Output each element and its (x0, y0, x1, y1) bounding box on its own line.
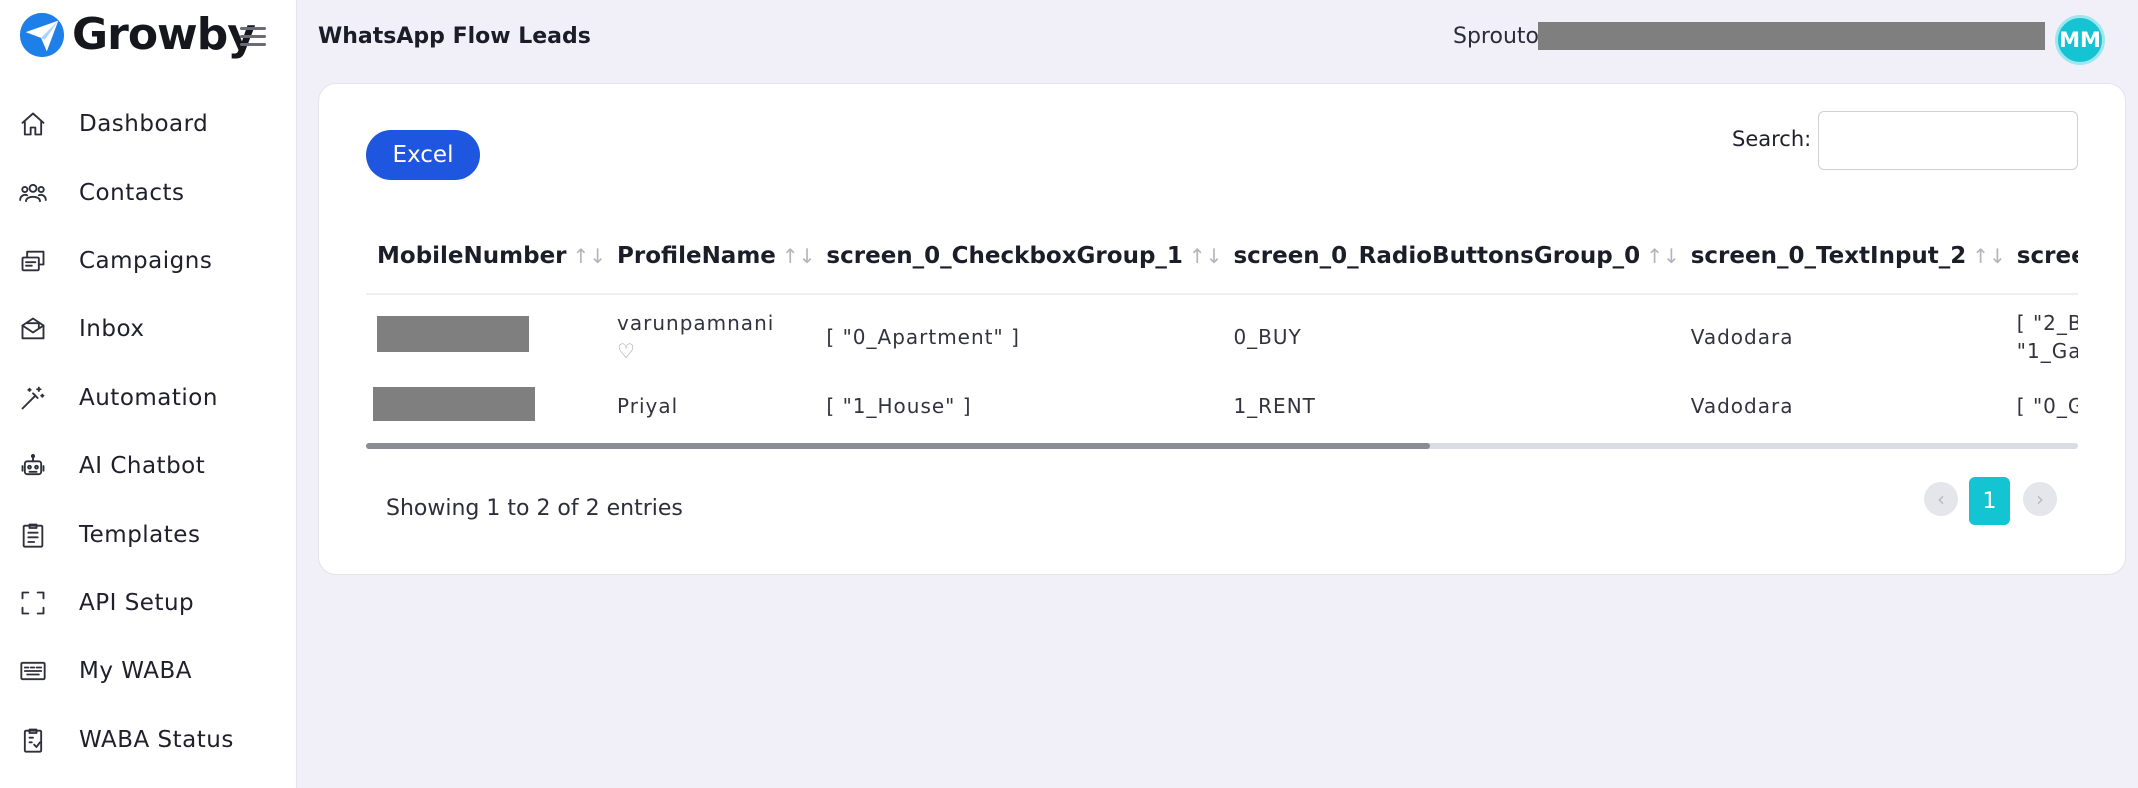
redacted-account-info (1538, 22, 2045, 50)
heart-icon: ♡ (617, 338, 636, 363)
leads-table-container: MobileNumber ↑↓ ProfileName ↑↓ screen_0_Ch… (366, 218, 2078, 450)
sort-icon: ↑↓ (781, 243, 816, 268)
sort-icon: ↑↓ (1188, 243, 1223, 268)
column-header-radiobuttonsgroup[interactable]: screen_0_RadioButtonsGroup_0 ↑↓ (1222, 218, 1680, 295)
sidebar-item-waba-status[interactable]: WABA Status (0, 706, 297, 774)
sidebar-item-ai-chatbot[interactable]: AI Chatbot (0, 432, 297, 500)
sidebar-item-label: Templates (79, 521, 201, 548)
column-header-profilename[interactable]: ProfileName ↑↓ (606, 218, 816, 295)
excel-export-button[interactable]: Excel (366, 130, 480, 180)
cell-mobile (366, 294, 606, 378)
clipboard-list-icon (18, 520, 48, 550)
keyboard-card-icon (18, 656, 48, 686)
avatar[interactable]: MM (2055, 15, 2105, 65)
table-row: Priyal [ "1_House" ] 1_RENT Vadodara [ "… (366, 378, 2078, 434)
sidebar-item-my-waba[interactable]: My WABA (0, 637, 297, 705)
sidebar-item-inbox[interactable]: Inbox (0, 295, 297, 363)
cell-checkbox: [ "0_Apartment" ] (826, 324, 1020, 349)
redacted-mobile (373, 386, 535, 421)
page-title: WhatsApp Flow Leads (318, 24, 591, 49)
inbox-icon (18, 314, 48, 344)
column-header-screen1-checkbox[interactable]: screen_1_Chec (2005, 218, 2078, 295)
sidebar-item-automation[interactable]: Automation (0, 364, 297, 432)
org-name: Sprouto (1453, 24, 1539, 49)
leads-table: MobileNumber ↑↓ ProfileName ↑↓ screen_0_Ch… (366, 218, 2078, 434)
pagination-next-button[interactable]: › (2023, 482, 2057, 516)
sidebar-item-dashboard[interactable]: Dashboard (0, 90, 297, 158)
cell-radio: 1_RENT (1233, 394, 1316, 418)
column-header-textinput[interactable]: screen_0_TextInput_2 ↑↓ (1679, 218, 2006, 295)
sort-icon: ↑↓ (1972, 243, 2006, 268)
column-header-mobilenumber[interactable]: MobileNumber ↑↓ (366, 218, 607, 295)
sidebar-item-api-setup[interactable]: API Setup (0, 569, 297, 637)
magic-wand-icon (18, 383, 48, 413)
cell-checkbox: [ "1_House" ] (826, 394, 972, 418)
sidebar-item-label: Dashboard (79, 111, 209, 138)
sidebar-item-label: AI Chatbot (79, 453, 206, 480)
table-header-row: MobileNumber ↑↓ ProfileName ↑↓ screen_0_Ch… (366, 218, 2078, 295)
cell-text: Vadodara (1690, 394, 1794, 418)
sidebar-item-label: Inbox (79, 316, 145, 343)
sidebar-nav: Dashboard Contacts Campaigns Inbox Autom… (0, 90, 297, 774)
logo-icon (19, 12, 65, 58)
users-icon (18, 178, 48, 208)
sort-icon: ↑↓ (572, 243, 607, 268)
search-label: Search: (1732, 127, 1812, 151)
scan-frame-icon (18, 588, 48, 618)
logo[interactable]: Growby (18, 9, 256, 60)
sort-icon: ↑↓ (1646, 243, 1680, 268)
pagination-prev-button[interactable]: ‹ (1924, 482, 1958, 516)
cell-profile: varunpamnani ♡ (606, 294, 815, 378)
sidebar-item-contacts[interactable]: Contacts (0, 158, 297, 226)
sidebar-item-label: Campaigns (79, 247, 213, 274)
cell-mobile (366, 378, 606, 434)
sidebar-item-label: API Setup (79, 589, 195, 616)
sidebar-item-label: Contacts (79, 179, 185, 206)
robot-icon (18, 451, 48, 481)
sidebar-item-label: Automation (79, 384, 218, 411)
table-row: varunpamnani ♡ [ "0_Apartment" ] 0_BUY Va… (366, 294, 2078, 378)
horizontal-scrollbar-thumb[interactable] (366, 443, 1430, 449)
campaign-icon (18, 246, 48, 276)
table-info: Showing 1 to 2 of 2 entries (386, 496, 683, 521)
cell-screen1: [ "2_Balcony", "3 "1_Garden/Yard" (2016, 310, 2078, 363)
redacted-mobile (377, 316, 529, 352)
search-input[interactable] (1818, 111, 2078, 170)
home-icon (18, 109, 48, 139)
sidebar-item-templates[interactable]: Templates (0, 500, 297, 568)
pagination-page-1[interactable]: 1 (1969, 477, 2010, 525)
cell-text: Vadodara (1690, 324, 1794, 349)
sidebar-item-label: My WABA (79, 658, 192, 685)
cell-profile: Priyal (617, 394, 679, 418)
sidebar-item-label: WABA Status (79, 726, 234, 753)
cell-screen1: [ "0_Garage" ] (2016, 394, 2078, 418)
cell-radio: 0_BUY (1233, 324, 1302, 349)
sidebar-item-campaigns[interactable]: Campaigns (0, 227, 297, 295)
column-header-checkboxgroup[interactable]: screen_0_CheckboxGroup_1 ↑↓ (815, 218, 1223, 295)
logo-text: Growby (72, 9, 256, 60)
hamburger-menu-icon[interactable] (240, 27, 266, 49)
sidebar: Growby Dashboard Contacts Campaigns Inbo… (0, 0, 297, 788)
clipboard-check-icon (18, 725, 48, 755)
